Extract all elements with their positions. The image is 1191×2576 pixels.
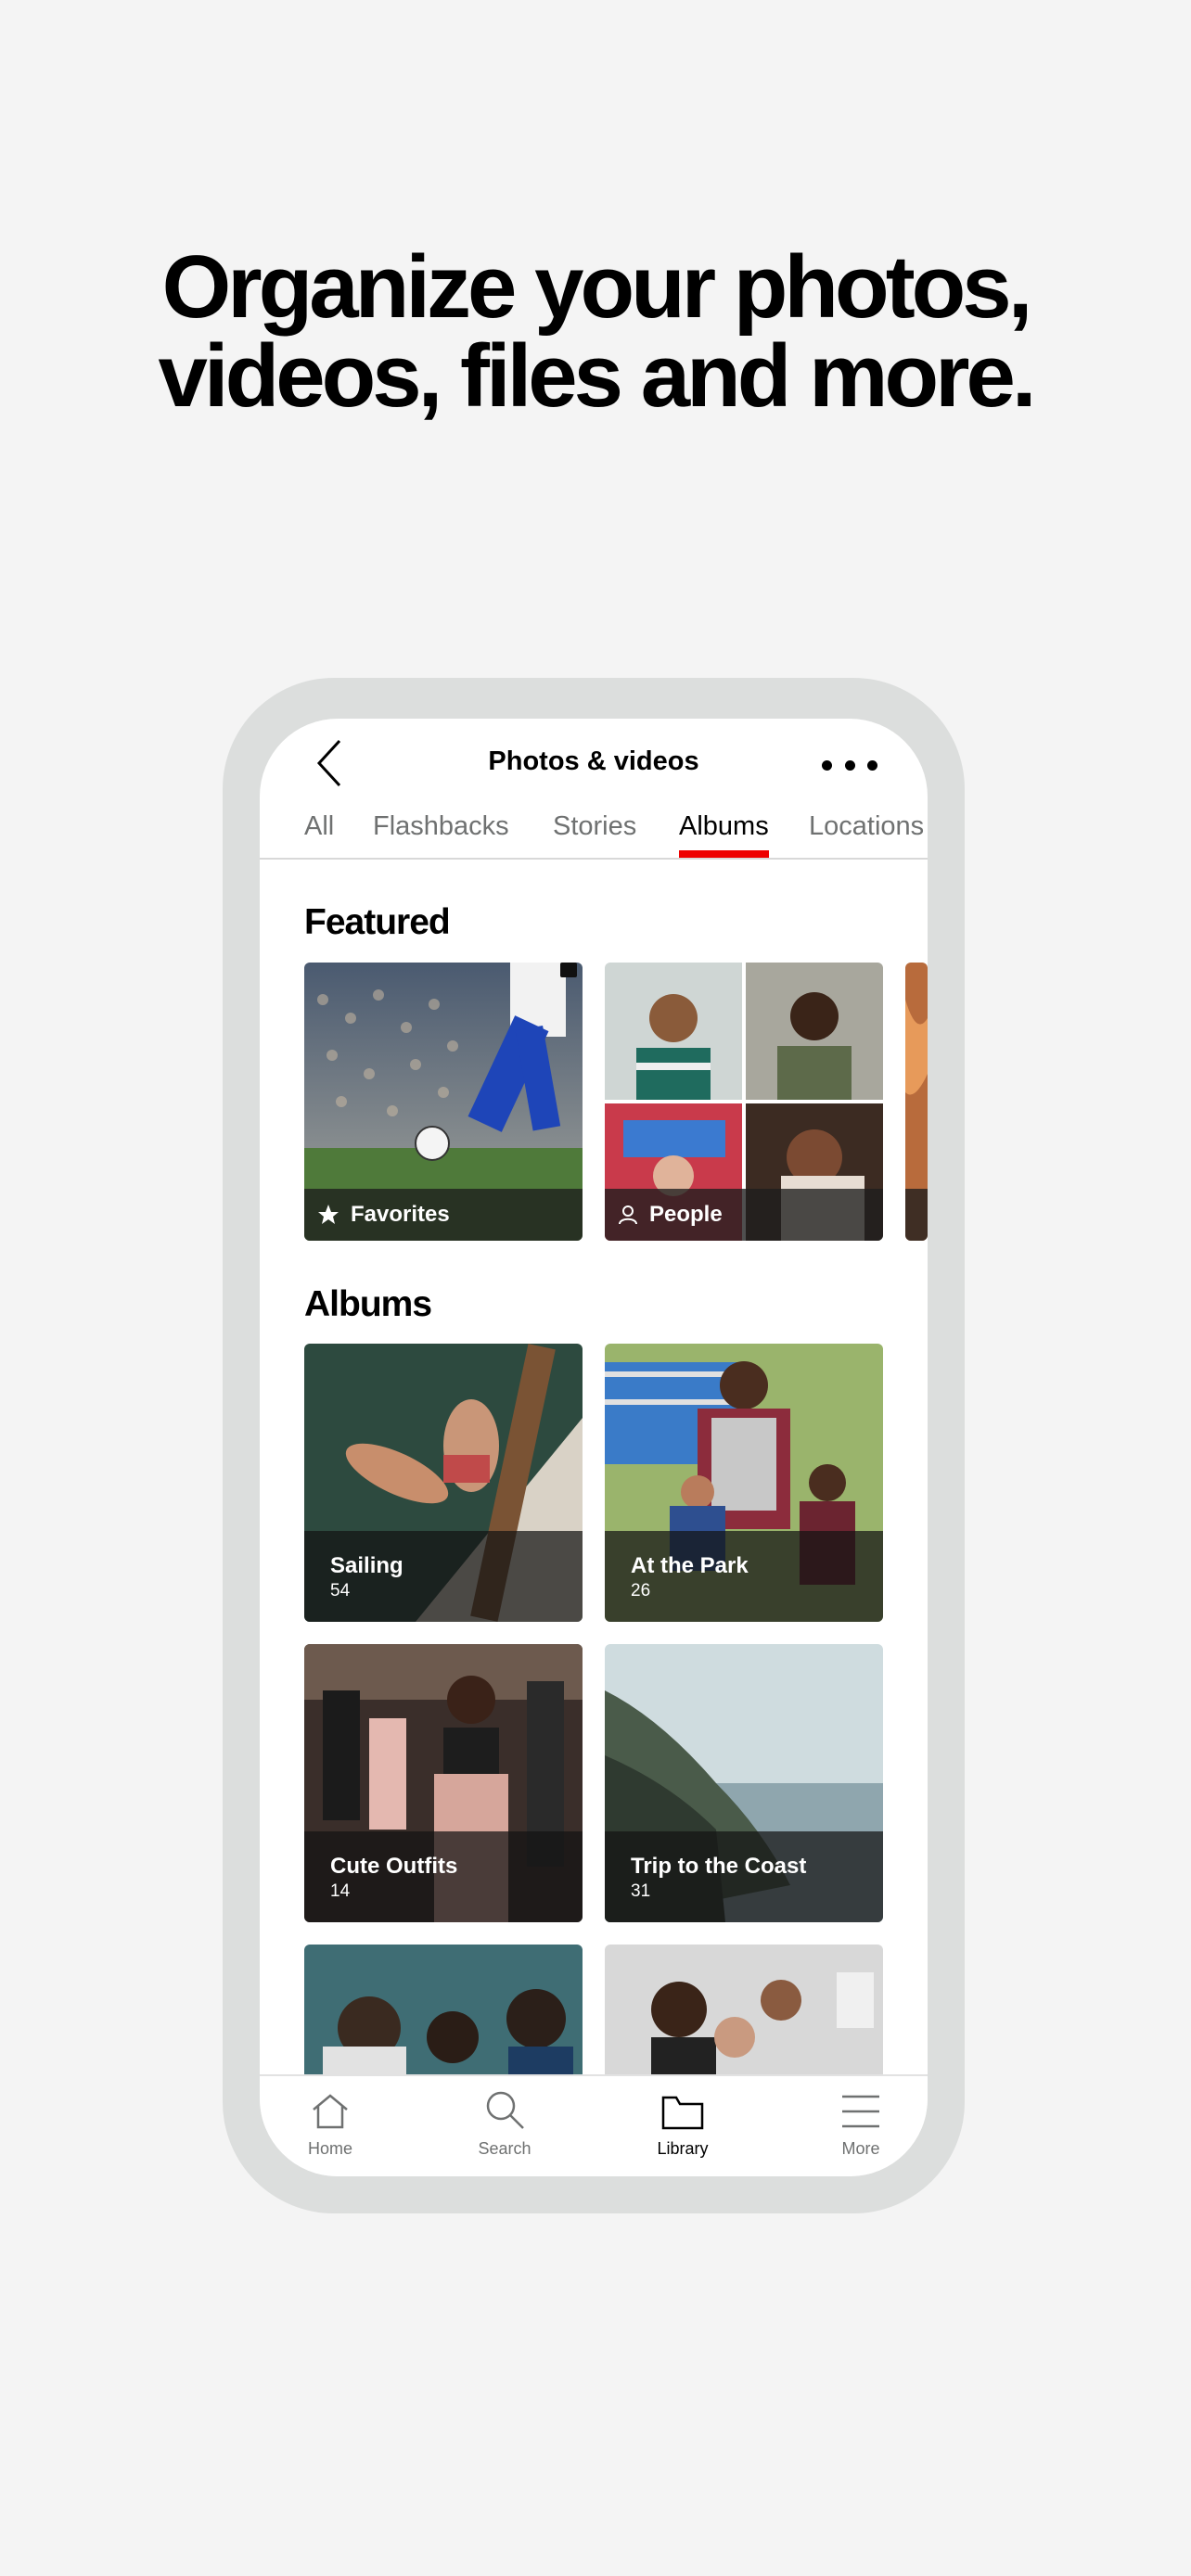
nav-label: Home	[307, 2139, 352, 2158]
featured-card-favorites[interactable]: Favorites	[304, 963, 583, 1241]
folder-icon	[627, 2085, 738, 2130]
tab-flashbacks[interactable]: Flashbacks	[373, 810, 509, 856]
person-icon	[618, 1205, 638, 1225]
albums-section-title: Albums	[304, 1284, 432, 1324]
favorites-label: Favorites	[351, 1202, 450, 1227]
featured-card-people[interactable]: People	[605, 963, 883, 1241]
menu-icon	[805, 2085, 916, 2130]
featured-section-title: Featured	[304, 902, 451, 942]
nav-search[interactable]: Search	[449, 2085, 560, 2159]
nav-label: More	[841, 2139, 880, 2158]
nav-label: Library	[657, 2139, 709, 2158]
featured-card-partial[interactable]	[905, 963, 928, 1241]
home-family-thumbnail	[605, 1945, 883, 2084]
album-name: Sailing	[330, 1553, 403, 1578]
tab-all[interactable]: All	[304, 810, 334, 856]
tab-stories[interactable]: Stories	[553, 810, 636, 856]
top-bar: Photos & videos All Flashbacks Stories A…	[260, 719, 928, 860]
park-overlay: At the Park 26	[605, 1531, 883, 1622]
album-card-at-the-park[interactable]: At the Park 26	[605, 1344, 883, 1622]
album-card-sailing[interactable]: Sailing 54	[304, 1344, 583, 1622]
nav-home[interactable]: Home	[275, 2085, 386, 2159]
coast-overlay: Trip to the Coast 31	[605, 1831, 883, 1922]
people-overlay: People	[605, 1189, 883, 1241]
sailing-overlay: Sailing 54	[304, 1531, 583, 1622]
nav-label: Search	[478, 2139, 531, 2158]
album-name: Trip to the Coast	[631, 1854, 807, 1879]
tab-bar: All Flashbacks Stories Albums Locations	[260, 810, 928, 860]
bottom-nav: Home Search Library More	[260, 2074, 928, 2176]
outfits-overlay: Cute Outfits 14	[304, 1831, 583, 1922]
people-label: People	[649, 1202, 723, 1227]
partial-thumbnail	[905, 963, 928, 1241]
tab-locations[interactable]: Locations	[809, 810, 924, 856]
headline: Organize your photos, videos, files and …	[0, 243, 1191, 421]
album-card-partial-2[interactable]	[605, 1945, 883, 2084]
favorites-overlay: Favorites	[304, 1189, 583, 1241]
nav-library[interactable]: Library	[627, 2085, 738, 2159]
search-icon	[449, 2085, 560, 2130]
album-count: 31	[631, 1881, 651, 1901]
home-icon	[275, 2085, 386, 2130]
headline-line-1: Organize your photos,	[161, 237, 1033, 337]
phone-screen: Photos & videos All Flashbacks Stories A…	[260, 719, 928, 2176]
album-count: 54	[330, 1581, 351, 1600]
family-thumbnail	[304, 1945, 583, 2084]
album-card-partial-1[interactable]	[304, 1945, 583, 2084]
star-icon	[317, 1204, 339, 1226]
album-name: Cute Outfits	[330, 1854, 458, 1879]
album-count: 14	[330, 1881, 351, 1901]
album-name: At the Park	[631, 1553, 749, 1578]
album-card-trip-to-the-coast[interactable]: Trip to the Coast 31	[605, 1644, 883, 1922]
nav-more[interactable]: More	[805, 2085, 916, 2159]
headline-line-2: videos, files and more.	[158, 326, 1037, 426]
album-count: 26	[631, 1581, 651, 1600]
more-options-button[interactable]	[822, 746, 877, 784]
album-card-cute-outfits[interactable]: Cute Outfits 14	[304, 1644, 583, 1922]
tab-albums[interactable]: Albums	[679, 810, 769, 858]
more-dots-icon	[822, 759, 832, 771]
